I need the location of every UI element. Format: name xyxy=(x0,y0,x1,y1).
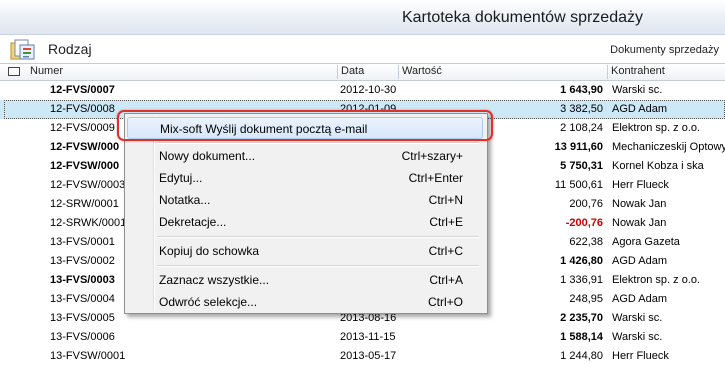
menu-item-label: Odwróć selekcje... xyxy=(159,295,258,309)
cell-data: 2013-05-17 xyxy=(340,350,397,362)
cell-kontrahent: Elektron sp. z o.o. xyxy=(612,274,701,286)
cell-kontrahent: Warski sc. xyxy=(612,312,663,324)
cell-wartosc: 1 588,14 xyxy=(560,331,603,343)
cell-kontrahent: AGD Adam xyxy=(612,255,668,267)
cell-kontrahent: Agora Gazeta xyxy=(612,236,680,248)
menu-item-shortcut: Ctrl+E xyxy=(429,215,463,229)
menu-item-decrees[interactable]: Dekretacje... Ctrl+E xyxy=(127,211,483,233)
cell-kontrahent: AGD Adam xyxy=(612,293,668,305)
title-bar: Kartoteka dokumentów sprzedaży xyxy=(0,0,725,35)
menu-separator xyxy=(157,236,479,238)
column-header-data[interactable]: Data xyxy=(338,65,399,79)
cell-kontrahent: Nowak Jan xyxy=(612,217,667,229)
cell-wartosc: 2 235,70 xyxy=(560,312,603,324)
cell-numer: 13-FVS/0002 xyxy=(50,255,115,267)
highlight-annotation xyxy=(117,110,493,141)
menu-item-shortcut: Ctrl+N xyxy=(428,193,463,207)
cell-kontrahent: Warski sc. xyxy=(612,331,663,343)
window-title: Kartoteka dokumentów sprzedaży xyxy=(401,9,643,26)
table-row[interactable]: 13-FVS/0006 2013-11-15 1 588,14 Warski sc. xyxy=(0,328,725,347)
column-header-wartosc[interactable]: Wartość xyxy=(399,65,608,79)
cell-kontrahent: Mechaniczeskij Optowyj xyxy=(612,141,725,153)
menu-item-shortcut: Ctrl+szary+ xyxy=(401,149,463,163)
column-header-numer[interactable]: Numer xyxy=(27,65,338,79)
menu-item-label: Dekretacje... xyxy=(159,215,227,229)
cell-wartosc: 13 911,60 xyxy=(554,141,603,153)
cell-numer: 12-SRW/0001 xyxy=(50,198,119,210)
menu-separator xyxy=(157,265,479,267)
cell-numer: 12-FVS/0009 xyxy=(50,122,115,134)
menu-separator xyxy=(157,142,479,144)
cell-numer: 12-SRWK/0001 xyxy=(50,217,127,229)
table-row[interactable]: 12-FVS/0007 2012-10-30 1 643,90 Warski sc. xyxy=(0,81,725,100)
cell-numer: 12-FVS/0008 xyxy=(50,103,115,115)
menu-item-select-all[interactable]: Zaznacz wszystkie... Ctrl+A xyxy=(127,269,483,291)
menu-item-invert-selection[interactable]: Odwróć selekcje... Ctrl+O xyxy=(127,291,483,313)
select-all-checkbox[interactable] xyxy=(8,67,20,76)
cell-numer: 13-FVS/0001 xyxy=(50,236,115,248)
cell-wartosc: 1 643,90 xyxy=(560,84,603,96)
menu-item-shortcut: Ctrl+C xyxy=(428,244,463,258)
cell-data: 2013-11-15 xyxy=(340,331,396,343)
menu-item-note[interactable]: Notatka... Ctrl+N xyxy=(127,189,483,211)
cell-kontrahent: Kornel Kobza i ska xyxy=(612,160,704,172)
cell-numer: 13-FVSW/0001 xyxy=(50,350,126,362)
menu-item-label: Nowy dokument... xyxy=(159,149,256,163)
cell-kontrahent: Herr Flueck xyxy=(612,350,669,362)
menu-item-shortcut: Ctrl+A xyxy=(429,273,463,287)
menu-item-label: Zaznacz wszystkie... xyxy=(159,273,270,287)
column-header-kontrahent[interactable]: Kontrahent xyxy=(608,65,725,79)
cell-numer: 12-FVS/0007 xyxy=(50,84,115,96)
menu-item-label: Kopiuj do schowka xyxy=(159,244,260,258)
toolbar: Rodzaj Dokumenty sprzedaży xyxy=(0,35,725,63)
menu-item-label: Notatka... xyxy=(159,193,211,207)
cell-kontrahent: Elektron sp. z o.o. xyxy=(612,122,701,134)
cell-kontrahent: Herr Flueck xyxy=(612,179,669,191)
cell-wartosc: 1 336,91 xyxy=(560,274,603,286)
rodzaj-button[interactable]: Rodzaj xyxy=(48,41,92,57)
cell-numer: 13-FVS/0005 xyxy=(50,312,115,324)
cell-wartosc: 2 108,24 xyxy=(560,122,603,134)
cell-wartosc: 3 382,50 xyxy=(560,103,603,115)
menu-item-edit[interactable]: Edytuj... Ctrl+Enter xyxy=(127,167,483,189)
documents-type-label: Dokumenty sprzedaży xyxy=(610,44,719,56)
cell-wartosc: 622,38 xyxy=(569,236,603,248)
cell-kontrahent: Warski sc. xyxy=(612,84,663,96)
cell-numer: 12-FVSW/0003 xyxy=(50,179,126,191)
cell-wartosc: 248,95 xyxy=(569,293,603,305)
menu-item-label: Edytuj... xyxy=(159,171,203,185)
grid-header: Numer Data Wartość Kontrahent xyxy=(0,63,725,81)
menu-item-new-document[interactable]: Nowy dokument... Ctrl+szary+ xyxy=(127,145,483,167)
cell-numer: 12-FVSW/000 xyxy=(50,160,120,172)
cell-wartosc: 200,76 xyxy=(569,198,603,210)
cell-numer: 13-FVS/0006 xyxy=(50,331,115,343)
cell-kontrahent: AGD Adam xyxy=(612,103,668,115)
cell-wartosc: 5 750,31 xyxy=(560,160,603,172)
cell-numer: 13-FVS/0003 xyxy=(50,274,115,286)
cell-wartosc: 1 426,80 xyxy=(560,255,603,267)
cell-kontrahent: Nowak Jan xyxy=(612,198,667,210)
cell-data: 2012-10-30 xyxy=(340,84,397,96)
cell-numer: 12-FVSW/000 xyxy=(50,141,120,153)
table-row[interactable]: 13-FVSW/0001 2013-05-17 1 244,80 Herr Fluec… xyxy=(0,347,725,366)
cell-wartosc: 1 244,80 xyxy=(560,350,603,362)
cell-numer: 13-FVS/0004 xyxy=(50,293,115,305)
document-type-icon[interactable] xyxy=(9,37,37,62)
cell-wartosc: -200,76 xyxy=(565,217,603,229)
menu-item-copy[interactable]: Kopiuj do schowka Ctrl+C xyxy=(127,240,483,262)
menu-item-shortcut: Ctrl+O xyxy=(427,295,463,309)
cell-wartosc: 11 500,61 xyxy=(554,179,603,191)
menu-item-shortcut: Ctrl+Enter xyxy=(408,171,463,185)
context-menu: Mix-soft Wyślij dokument pocztą e-mail N… xyxy=(124,113,488,314)
